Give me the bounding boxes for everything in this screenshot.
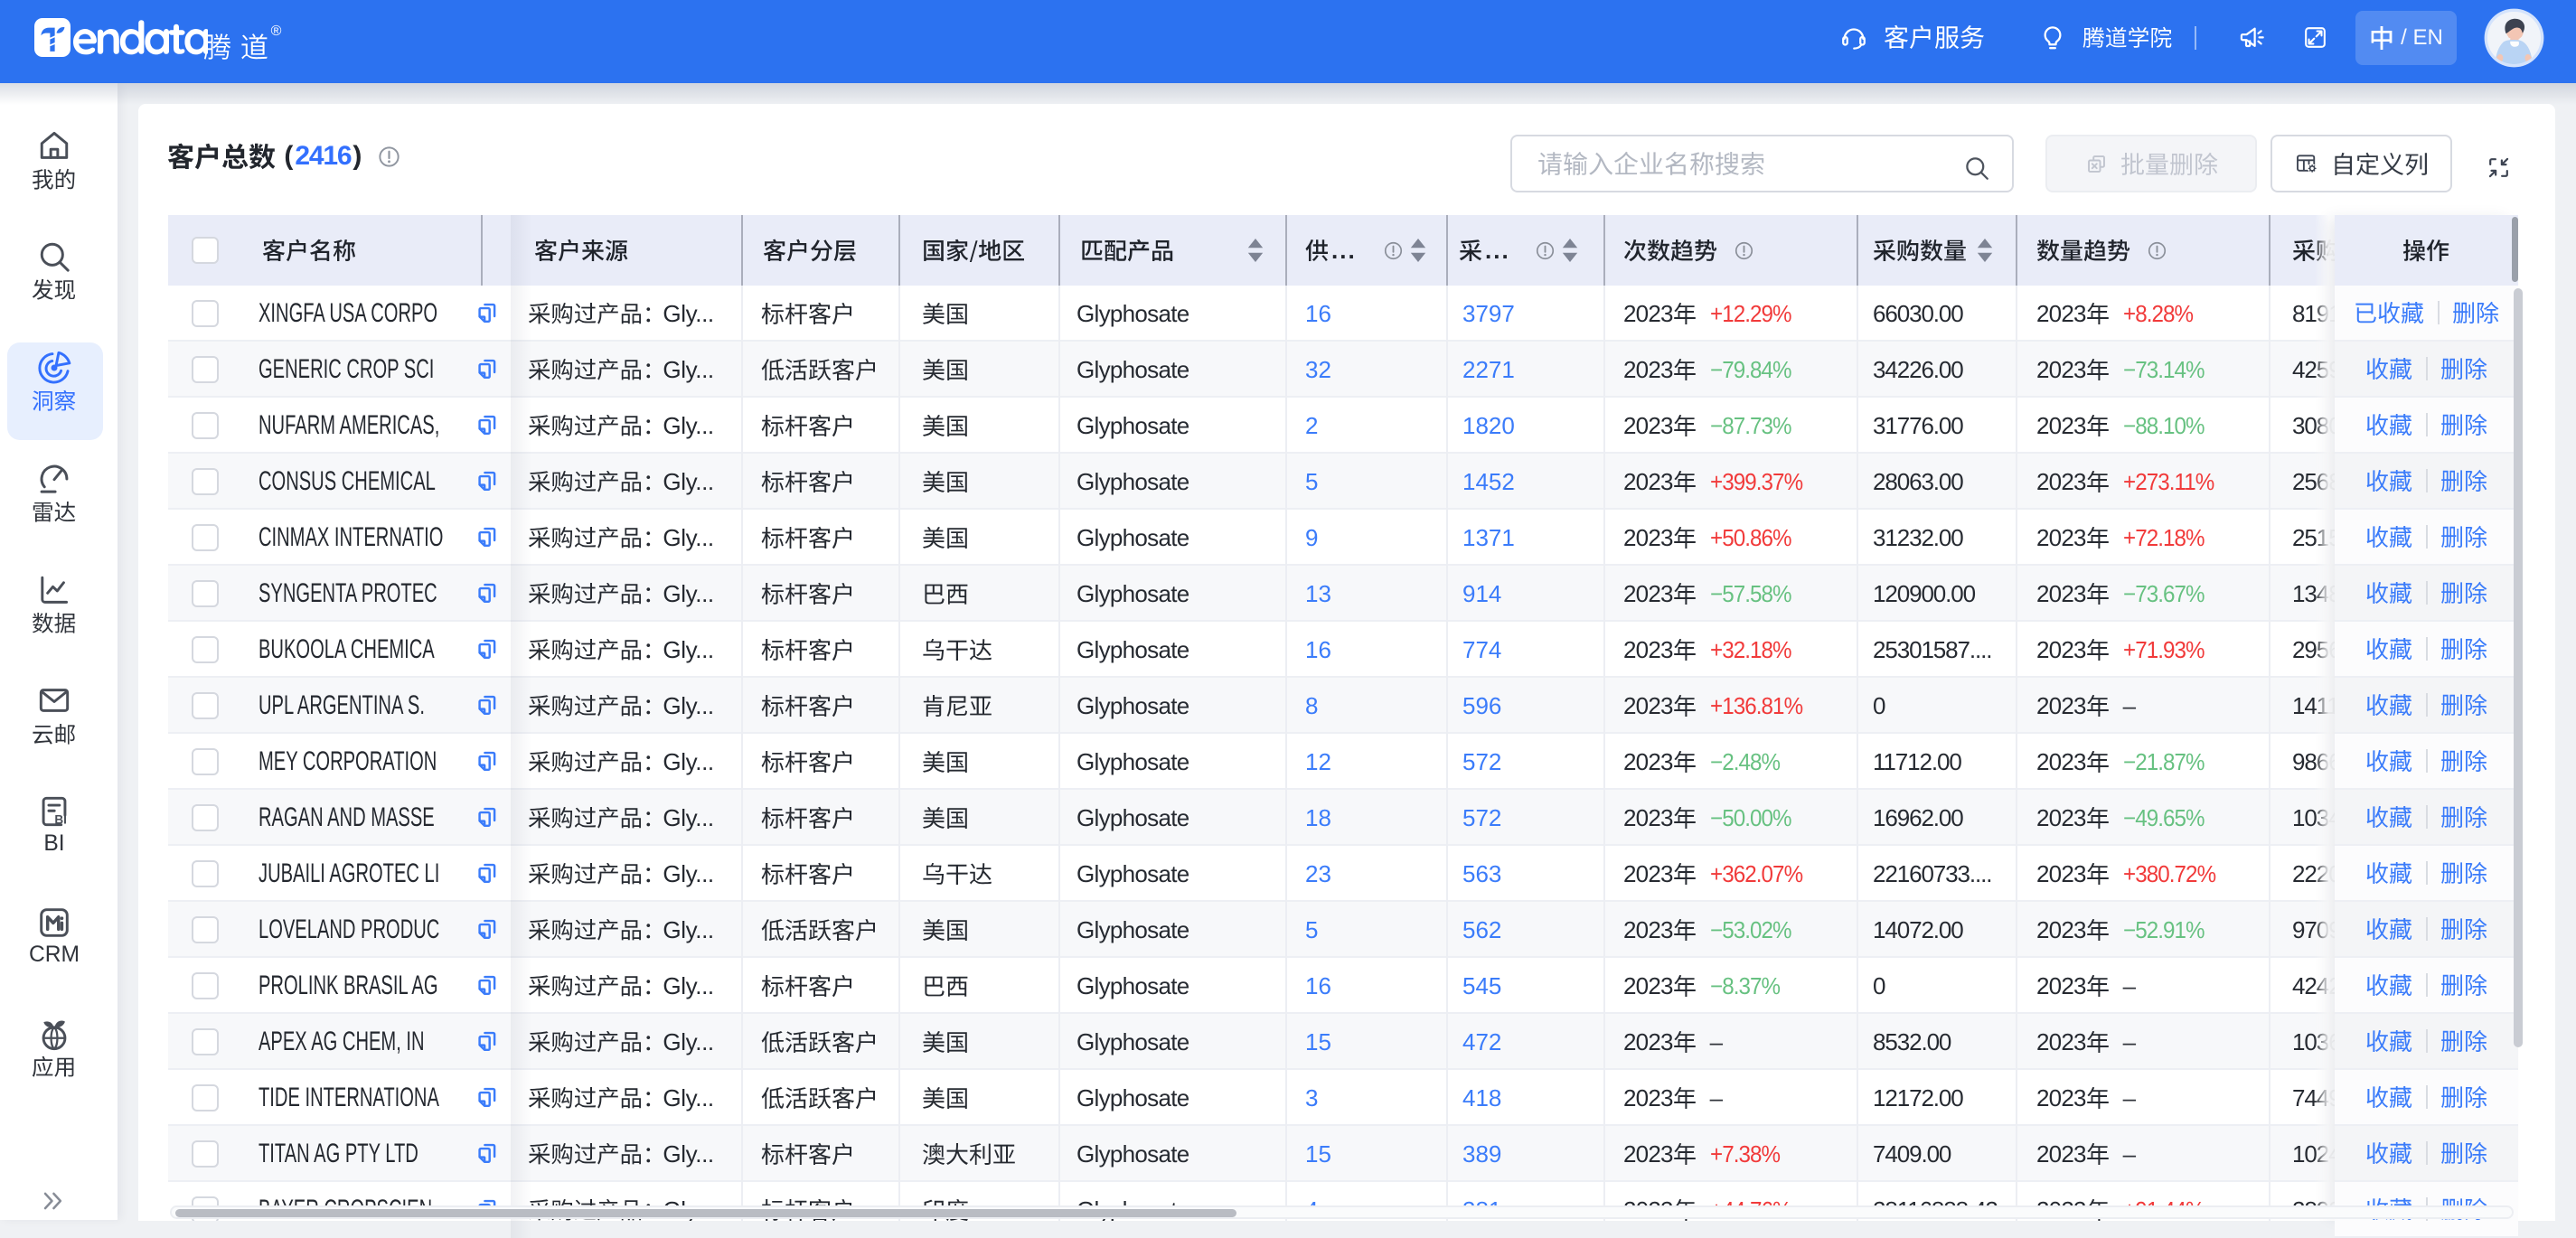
svg-text:BI: BI bbox=[54, 813, 67, 827]
